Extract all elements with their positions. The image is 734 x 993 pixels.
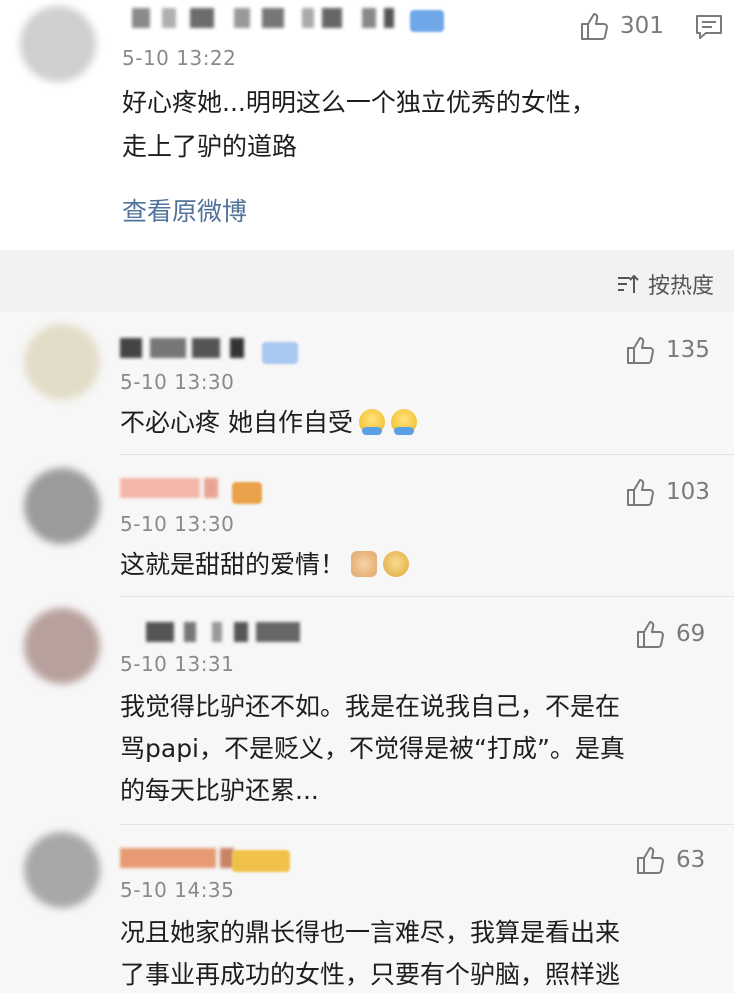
face-with-hands-emoji <box>358 409 385 435</box>
view-original-weibo-link[interactable]: 查看原微博 <box>122 192 247 228</box>
comment-list: 5-10 13:30 不必心疼 她自作自受 135 5-10 13:30 这就是… <box>0 312 734 993</box>
top-comment-card: 5-10 13:22 好心疼她...明明这么一个独立优秀的女性， 走上了驴的道路… <box>0 0 734 250</box>
comment-time: 5-10 13:22 <box>122 46 237 70</box>
comment-text-line: 况且她家的鼎长得也一言难尽，我算是看出来 <box>120 918 621 947</box>
comment-text: 这就是甜甜的爱情！ <box>120 544 410 586</box>
avatar[interactable] <box>24 324 100 400</box>
divider <box>120 596 734 597</box>
face-with-hands-emoji <box>390 409 417 435</box>
thumbs-up-emoji <box>351 551 378 577</box>
divider <box>120 824 734 825</box>
sort-label: 按热度 <box>647 274 714 299</box>
like-count: 103 <box>666 479 710 505</box>
vip-badge <box>262 342 298 364</box>
avatar[interactable] <box>24 832 100 908</box>
avatar[interactable] <box>24 468 100 544</box>
thumbs-up-icon <box>637 621 664 648</box>
comment-text-line: 好心疼她...明明这么一个独立优秀的女性， <box>122 88 596 117</box>
like-count: 69 <box>676 621 706 647</box>
avatar[interactable] <box>20 6 96 82</box>
like-count: 63 <box>676 847 706 873</box>
reply-button[interactable] <box>694 12 724 46</box>
comment-time: 5-10 13:30 <box>120 512 235 536</box>
like-button[interactable]: 69 <box>634 618 705 650</box>
comment-text-line: 我觉得比驴还不如。我是在说我自己，不是在 <box>120 692 621 721</box>
comment-time: 5-10 13:30 <box>120 370 235 394</box>
thumbs-up-icon <box>627 337 654 364</box>
like-button[interactable]: 135 <box>624 334 710 366</box>
comment-text: 不必心疼 她自作自受 <box>120 402 417 444</box>
comment-icon <box>696 15 722 39</box>
like-button[interactable]: 63 <box>634 844 705 876</box>
comment-text-line: 的每天比驴还累... <box>120 776 319 805</box>
like-count: 301 <box>620 13 664 39</box>
vip-badge <box>232 482 262 504</box>
like-button[interactable]: 301 <box>578 10 664 42</box>
username-blurred[interactable] <box>146 622 306 646</box>
thumbs-up-icon <box>581 13 608 40</box>
comment-text-line: 走上了驴的道路 <box>122 132 298 161</box>
comment-text-content: 不必心疼 她自作自受 <box>120 408 353 437</box>
sort-by-hot-button[interactable]: 按热度 <box>616 268 714 300</box>
like-button[interactable]: 103 <box>624 476 710 508</box>
thumbs-up-icon <box>627 479 654 506</box>
sort-bar: 按热度 <box>0 250 734 310</box>
divider <box>120 454 734 455</box>
comment-time: 5-10 14:35 <box>120 878 235 902</box>
doge-emoji <box>383 551 410 577</box>
username-blurred[interactable] <box>122 8 442 32</box>
vip-badge <box>410 10 444 32</box>
like-count: 135 <box>666 337 710 363</box>
comment-text-content: 这就是甜甜的爱情！ <box>120 550 346 579</box>
comment-text-line: 骂papi，不是贬义，不觉得是被“打成”。是真 <box>120 734 625 763</box>
sort-icon <box>617 274 639 293</box>
comment-text-line: 了事业再成功的女性，只要有个驴脑，照样逃 <box>120 960 621 989</box>
avatar[interactable] <box>24 608 100 684</box>
thumbs-up-icon <box>637 847 664 874</box>
comment-time: 5-10 13:31 <box>120 652 235 676</box>
vip-badge <box>232 850 290 872</box>
